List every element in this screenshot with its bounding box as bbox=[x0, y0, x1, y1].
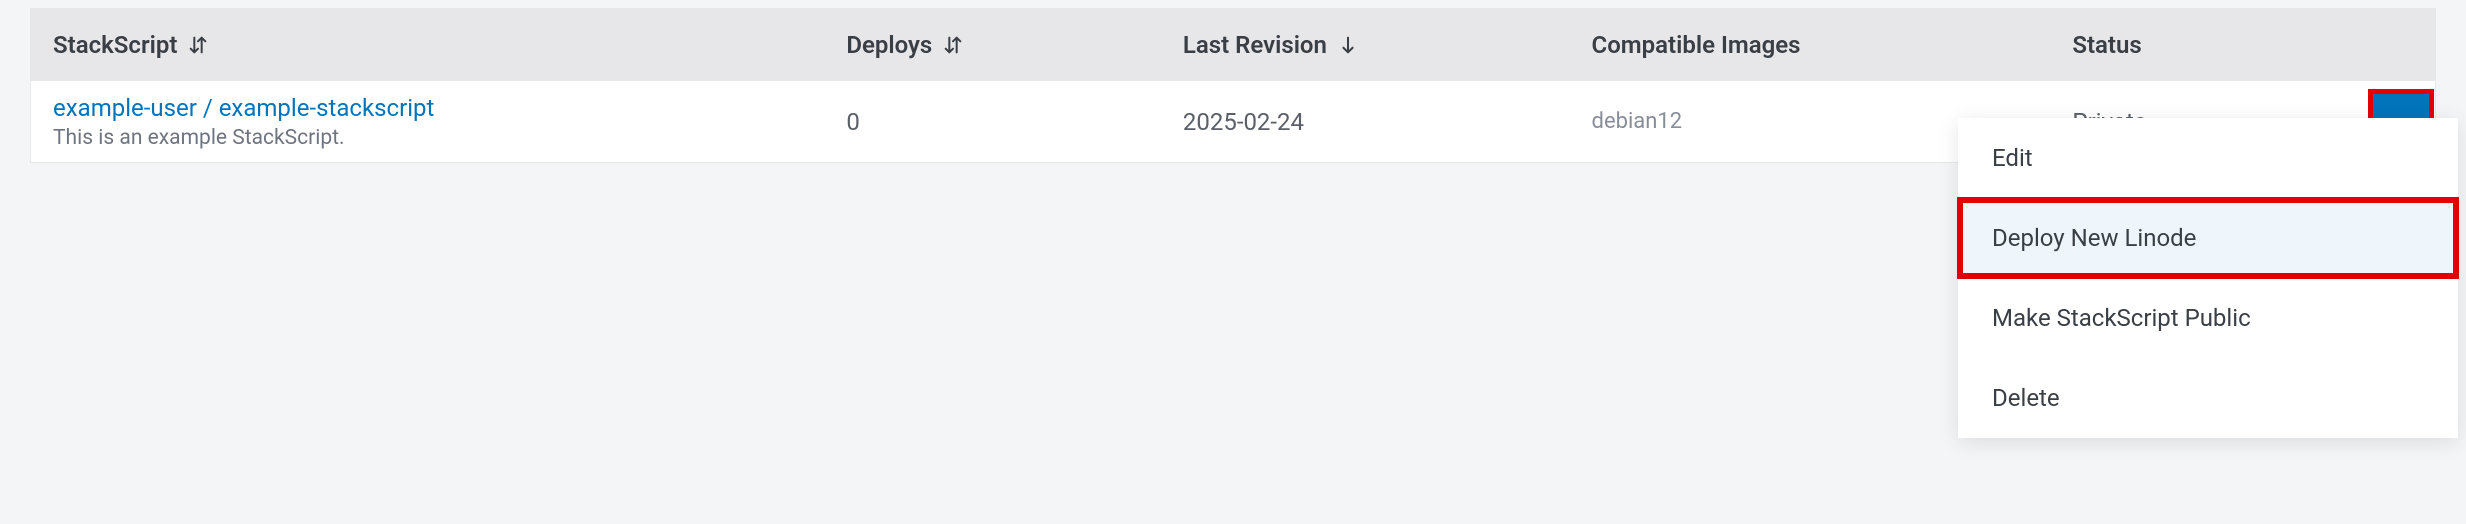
header-deploys-label: Deploys bbox=[846, 31, 932, 59]
sort-both-icon bbox=[942, 34, 964, 56]
header-status: Status bbox=[2050, 31, 2338, 59]
row-actions-menu: Edit Deploy New Linode Make StackScript … bbox=[1958, 118, 2458, 438]
header-stackscript[interactable]: StackScript bbox=[31, 31, 824, 59]
menu-item-make-public[interactable]: Make StackScript Public bbox=[1958, 278, 2458, 358]
cell-stackscript: example-user / example-stackscript This … bbox=[31, 93, 824, 150]
stackscript-link[interactable]: example-user / example-stackscript bbox=[53, 93, 434, 124]
header-status-label: Status bbox=[2072, 31, 2141, 59]
table-header: StackScript Deploys Last bbox=[31, 9, 2435, 81]
header-deploys[interactable]: Deploys bbox=[824, 31, 1161, 59]
sort-both-icon bbox=[187, 34, 209, 56]
header-compatible-images-label: Compatible Images bbox=[1592, 31, 1801, 59]
menu-item-deploy-new-linode[interactable]: Deploy New Linode bbox=[1958, 198, 2458, 278]
cell-deploys: 0 bbox=[824, 108, 1161, 136]
header-compatible-images: Compatible Images bbox=[1570, 31, 2051, 59]
header-actions bbox=[2339, 31, 2435, 59]
header-last-revision[interactable]: Last Revision bbox=[1161, 31, 1570, 59]
sort-desc-icon bbox=[1337, 34, 1359, 56]
header-last-revision-label: Last Revision bbox=[1183, 31, 1327, 59]
menu-item-delete[interactable]: Delete bbox=[1958, 358, 2458, 438]
menu-item-edit[interactable]: Edit bbox=[1958, 118, 2458, 198]
cell-last-revision: 2025-02-24 bbox=[1161, 108, 1570, 136]
header-stackscript-label: StackScript bbox=[53, 31, 177, 59]
stackscript-description: This is an example StackScript. bbox=[53, 126, 434, 150]
